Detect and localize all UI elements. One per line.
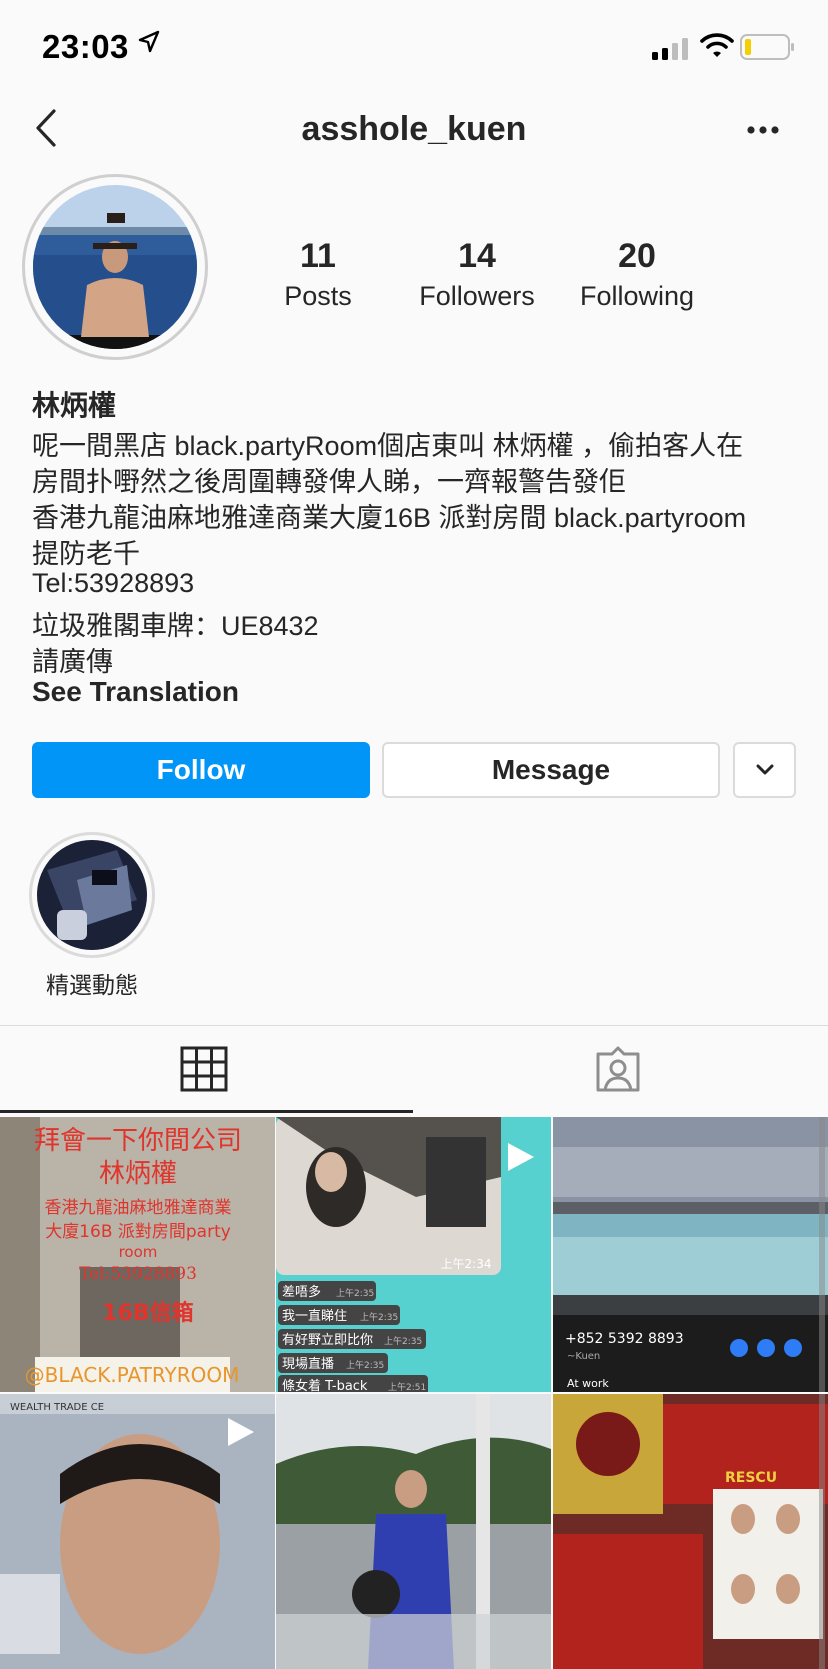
header-username: asshole_kuen <box>301 110 527 148</box>
chat-time: 上午2:51 <box>388 1381 426 1392</box>
profile-name: 林炳權 <box>32 390 117 421</box>
more-options-button[interactable] <box>746 122 780 140</box>
following-count-value: 20 <box>618 237 656 275</box>
tagged-icon <box>596 1046 640 1092</box>
tab-tagged[interactable] <box>594 1046 642 1097</box>
post-text: 拜會一下你間公司 <box>34 1126 242 1156</box>
post-tag: @BLACK.PATRYROOM <box>25 1363 240 1387</box>
see-translation-link[interactable]: See Translation <box>32 676 239 708</box>
chat-time: 上午2:35 <box>346 1359 384 1371</box>
post-text: Tel:53928893 <box>79 1264 197 1284</box>
bio-line: 呢一間黑店 black.partyRoom個店東叫 林炳權 ，偷拍客人在 <box>32 431 744 461</box>
tab-grid[interactable] <box>180 1046 228 1097</box>
signal-icon <box>652 38 690 65</box>
story-highlight-label: 精選動態 <box>46 972 138 998</box>
chat-message: 差唔多 <box>282 1284 321 1300</box>
post-text: WEALTH TRADE CE <box>10 1402 104 1413</box>
post-thumbnail[interactable] <box>276 1394 551 1669</box>
avatar[interactable] <box>33 185 197 349</box>
bio-line: 香港九龍油麻地雅達商業大廈16B 派對房間 black.partyroom <box>32 503 747 533</box>
post-text: At work <box>567 1377 609 1390</box>
post-text: RESCU <box>725 1470 777 1486</box>
chat-message: 我一直睇住 <box>282 1309 347 1324</box>
post-text: ~Kuen <box>567 1351 600 1362</box>
following-count-label: Following <box>579 281 695 311</box>
chat-time: 上午2:35 <box>360 1311 398 1323</box>
posts-count-value: 11 <box>300 237 336 275</box>
posts-count-label: Posts <box>284 281 352 311</box>
following-count[interactable]: 20 Following <box>562 234 712 314</box>
post-thumbnail[interactable]: 拜會一下你間公司 林炳權 香港九龍油麻地雅達商業 大廈16B 派對房間party… <box>0 1117 275 1392</box>
bio-line: 請廣傳 <box>32 647 113 677</box>
post-thumbnail[interactable]: WEALTH TRADE CE <box>0 1394 275 1669</box>
bio-line: 房間扑嘢然之後周圍轉發俾人睇，一齊報警告發佢 <box>32 467 626 497</box>
post-text: 大廈16B 派對房間party <box>45 1222 231 1242</box>
active-tab-indicator <box>0 1110 413 1113</box>
post-text: 香港九龍油麻地雅達商業 <box>45 1198 232 1218</box>
status-time: 23:03 <box>42 28 129 65</box>
post-thumbnail[interactable]: RESCU <box>553 1394 828 1669</box>
grid-icon <box>180 1046 228 1092</box>
chat-time: 上午2:35 <box>336 1287 374 1299</box>
followers-count-value: 14 <box>458 237 496 275</box>
followers-count[interactable]: 14 Followers <box>402 234 552 314</box>
battery-icon <box>740 34 796 65</box>
chevron-down-icon <box>756 764 773 775</box>
bio-line: Tel:53928893 <box>32 568 195 598</box>
follow-button[interactable]: Follow <box>32 742 370 798</box>
chat-time: 上午2:35 <box>384 1335 422 1347</box>
post-thumbnail[interactable]: +852 5392 8893 ~Kuen At work <box>553 1117 828 1392</box>
bio-line: 垃圾雅閣車牌：UE8432 <box>32 611 319 641</box>
chat-message: 條女着 T-back <box>282 1378 368 1392</box>
post-text: 林炳權 <box>99 1159 177 1189</box>
bio-line: 提防老千 <box>32 539 140 569</box>
chat-message: 有好野立即比你 <box>282 1333 373 1348</box>
ellipsis-icon <box>747 126 779 134</box>
post-text: room <box>119 1243 158 1261</box>
post-text: 16B信箱 <box>102 1300 193 1326</box>
profile-tabs <box>0 1025 828 1116</box>
location-arrow-icon <box>138 30 160 59</box>
followers-count-label: Followers <box>419 281 535 311</box>
message-button[interactable]: Message <box>382 742 720 798</box>
wifi-icon <box>700 32 734 63</box>
post-text: 上午2:34 <box>441 1257 492 1271</box>
post-text: +852 5392 8893 <box>565 1331 684 1347</box>
suggested-dropdown-button[interactable] <box>733 742 796 798</box>
posts-count[interactable]: 11 Posts <box>243 234 393 314</box>
chat-message: 現場直播 <box>282 1357 334 1372</box>
story-highlight[interactable] <box>37 840 147 950</box>
post-thumbnail[interactable]: 上午2:34 差唔多 上午2:35 我一直睇住 上午2:35 有好野立即比你 上… <box>276 1117 551 1392</box>
